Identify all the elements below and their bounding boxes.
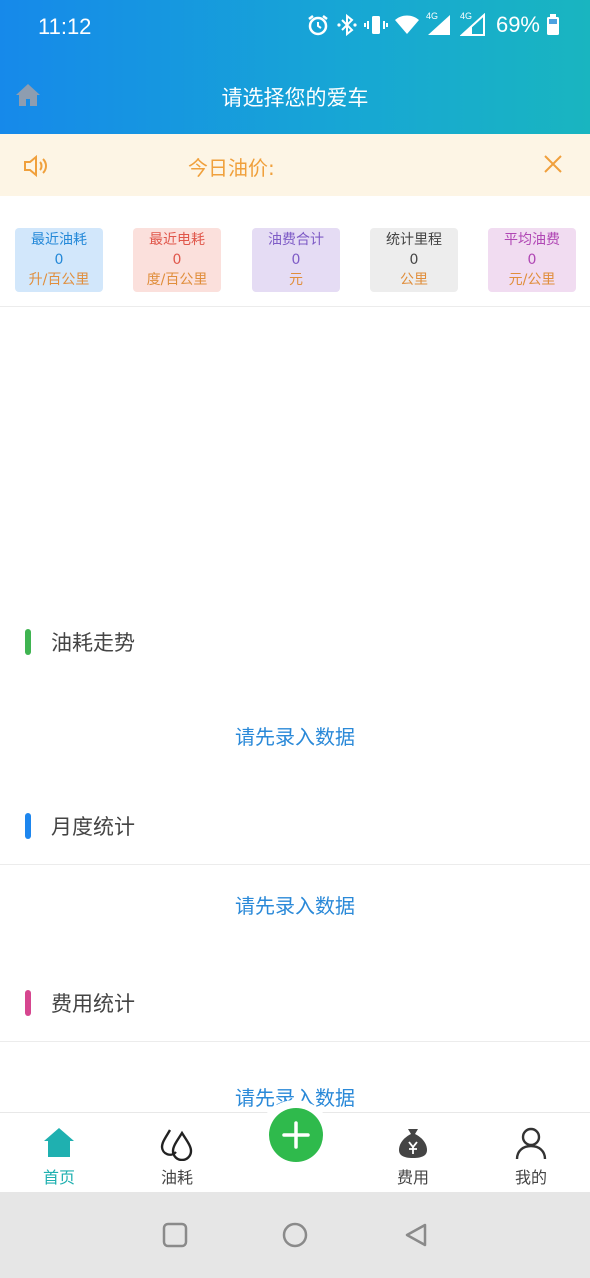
home-circle-icon[interactable] <box>282 1222 308 1248</box>
add-record-button[interactable] <box>269 1108 323 1162</box>
stat-recent-fuel[interactable]: 最近油耗 0 升/百公里 <box>15 228 103 292</box>
stat-label: 最近油耗 <box>31 232 87 248</box>
section-title: 费用统计 <box>51 992 135 1016</box>
drops-icon <box>160 1129 193 1161</box>
stat-fuel-cost-total[interactable]: 油费合计 0 元 <box>252 228 340 292</box>
home-icon <box>44 1128 74 1157</box>
user-icon <box>515 1127 547 1160</box>
close-icon[interactable] <box>541 152 565 176</box>
divider <box>0 864 590 865</box>
page-title[interactable]: 请选择您的爱车 <box>0 82 590 112</box>
status-time: 11:12 <box>38 14 92 39</box>
stat-mileage[interactable]: 统计里程 0 公里 <box>370 228 458 292</box>
stat-value: 0 <box>409 252 419 268</box>
stat-value: 0 <box>291 252 301 268</box>
money-bag-icon <box>399 1129 427 1158</box>
tab-profile[interactable]: 我的 <box>472 1113 590 1193</box>
signal-icon: 4G <box>426 11 454 37</box>
stat-label: 油费合计 <box>268 232 324 248</box>
tab-label: 油耗 <box>160 1168 193 1187</box>
status-bar: 11:12 4G 4G 69% <box>0 0 590 56</box>
system-nav-bar <box>0 1192 590 1278</box>
stat-recent-electric[interactable]: 最近电耗 0 度/百公里 <box>133 228 221 292</box>
stat-label: 平均油费 <box>504 232 560 248</box>
stat-unit: 升/百公里 <box>28 272 90 288</box>
title-bar: 请选择您的爱车 <box>0 62 590 130</box>
app-header: 11:12 4G 4G 69% 请选择您的爱车 <box>0 0 590 134</box>
section-monthly-stats: 月度统计 <box>0 807 590 847</box>
empty-data-message[interactable]: 请先录入数据 <box>0 890 590 919</box>
stat-label: 统计里程 <box>386 232 442 248</box>
tab-label: 我的 <box>514 1168 547 1187</box>
oil-price-notice: 今日油价: <box>0 134 590 196</box>
section-marker <box>25 990 31 1016</box>
divider <box>0 306 590 307</box>
stat-unit: 度/百公里 <box>146 272 208 288</box>
stat-unit: 公里 <box>400 272 428 288</box>
vibrate-icon <box>363 16 388 34</box>
section-title: 月度统计 <box>51 815 135 839</box>
signal-icon: 4G <box>459 11 488 37</box>
oil-price-text: 今日油价: <box>188 156 275 180</box>
stat-value: 0 <box>172 252 182 268</box>
recents-icon[interactable] <box>162 1222 188 1248</box>
tab-fuel[interactable]: 油耗 <box>118 1113 236 1193</box>
section-marker <box>25 813 31 839</box>
stats-row: 最近油耗 0 升/百公里 最近电耗 0 度/百公里 油费合计 0 元 统计里程 … <box>0 228 590 294</box>
battery-percent: 69% <box>495 12 540 37</box>
back-icon[interactable] <box>403 1222 429 1248</box>
tab-expense[interactable]: 费用 <box>354 1113 472 1193</box>
stat-value: 0 <box>527 252 537 268</box>
wifi-icon <box>394 15 419 34</box>
plus-icon <box>282 1121 310 1149</box>
stat-avg-fuel-cost[interactable]: 平均油费 0 元/公里 <box>488 228 576 292</box>
divider <box>0 1041 590 1042</box>
battery-icon <box>547 14 559 35</box>
stat-value: 0 <box>54 252 64 268</box>
section-title: 油耗走势 <box>51 631 135 655</box>
stat-unit: 元 <box>289 272 303 288</box>
status-icons: 4G 4G 69% <box>306 11 560 38</box>
tab-label: 首页 <box>42 1168 75 1187</box>
stat-unit: 元/公里 <box>508 272 556 288</box>
speaker-icon <box>24 154 47 178</box>
section-fuel-trend: 油耗走势 <box>0 623 590 663</box>
section-expense-stats: 费用统计 <box>0 984 590 1024</box>
stat-label: 最近电耗 <box>149 232 205 248</box>
empty-data-message[interactable]: 请先录入数据 <box>0 721 590 750</box>
tab-home[interactable]: 首页 <box>0 1113 118 1193</box>
bluetooth-icon <box>337 13 357 37</box>
section-marker <box>25 629 31 655</box>
alarm-icon <box>308 15 328 36</box>
tab-label: 费用 <box>396 1168 429 1187</box>
